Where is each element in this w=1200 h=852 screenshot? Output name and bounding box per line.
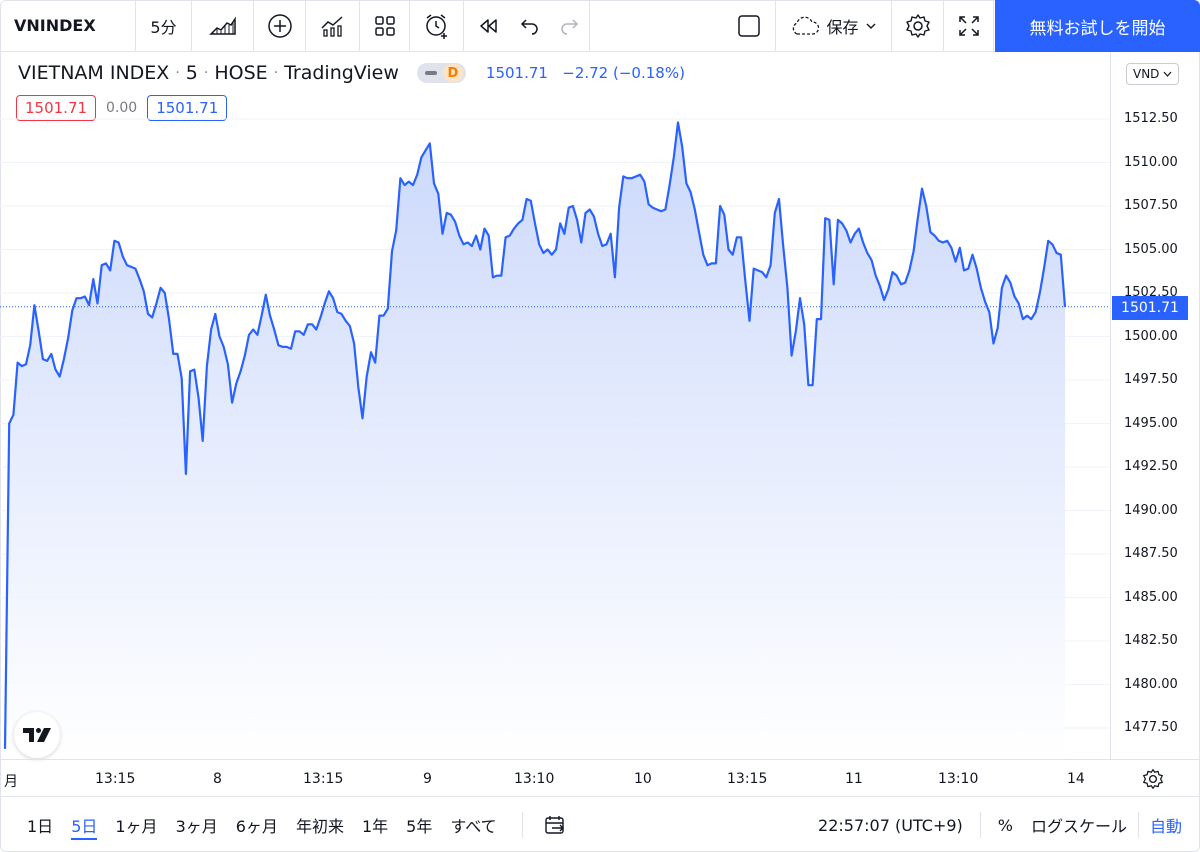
rewind-icon xyxy=(480,18,497,33)
time-tick-label: 13:10 xyxy=(514,771,555,787)
range-button[interactable]: 1ヶ月 xyxy=(106,798,166,852)
divider xyxy=(1137,812,1139,838)
date-range-group: 1日 5日 1ヶ月 3ヶ月 6ヶ月 年初来 1年 5年 すべて xyxy=(18,798,506,852)
price-tick-label: 1477.50 xyxy=(1124,720,1178,735)
time-tick-label: 月 xyxy=(4,774,18,790)
currency-label: VND xyxy=(1133,67,1160,81)
time-tick-label: 13:15 xyxy=(727,771,768,787)
redo-icon xyxy=(560,18,578,35)
range-button[interactable]: 5日 xyxy=(62,798,106,852)
time-tick-label: 8 xyxy=(213,771,222,787)
chevron-down-icon xyxy=(1163,71,1172,77)
range-button[interactable]: 6ヶ月 xyxy=(227,798,287,852)
start-trial-button[interactable]: 無料お試しを開始 xyxy=(995,0,1200,52)
redo-button[interactable] xyxy=(548,0,590,52)
range-button[interactable]: 5年 xyxy=(397,798,441,852)
expand-icon xyxy=(958,15,979,36)
range-button[interactable]: すべて xyxy=(441,798,505,852)
price-axis-border xyxy=(1110,52,1111,759)
layout-grid-icon xyxy=(374,15,395,36)
gear-icon xyxy=(905,13,930,38)
price-tick-label: 1500.00 xyxy=(1124,328,1178,344)
price-tick-label: 1507.50 xyxy=(1124,198,1178,213)
replay-button[interactable] xyxy=(464,0,512,52)
price-tick-label: 1487.50 xyxy=(1124,546,1178,561)
last-price-label: 1501.71 xyxy=(1112,296,1188,320)
time-tick-label: 14 xyxy=(1067,771,1085,787)
fullscreen-layout-button[interactable] xyxy=(722,0,776,52)
interval-button[interactable]: 5分 xyxy=(136,0,192,52)
percent-scale-button[interactable]: % xyxy=(989,798,1022,852)
plus-circle-icon xyxy=(267,13,292,38)
chart-style-button[interactable] xyxy=(192,0,254,52)
area-chart-icon xyxy=(208,16,236,35)
price-chart[interactable] xyxy=(0,52,1110,759)
settings-button[interactable] xyxy=(892,0,944,52)
alarm-clock-icon xyxy=(425,13,447,39)
price-tick-label: 1480.00 xyxy=(1124,676,1178,692)
time-tick-label: 13:10 xyxy=(938,771,979,787)
tradingview-logo-icon xyxy=(23,728,51,742)
fullscreen-button[interactable] xyxy=(944,0,994,52)
save-label: 保存 xyxy=(826,17,859,37)
cloud-icon xyxy=(793,16,820,35)
time-tick-label: 11 xyxy=(845,771,863,787)
time-tick-label: 13:15 xyxy=(95,771,136,787)
indicators-icon xyxy=(320,15,342,37)
divider xyxy=(521,812,523,838)
auto-scale-button[interactable]: 自動 xyxy=(1141,798,1200,852)
price-tick-label: 1490.00 xyxy=(1124,502,1178,518)
timezone-button[interactable]: 22:57:07 (UTC+9) xyxy=(809,798,972,852)
price-tick-label: 1485.00 xyxy=(1124,589,1178,605)
range-button[interactable]: 3ヶ月 xyxy=(167,798,227,852)
price-tick-label: 1510.00 xyxy=(1124,154,1178,170)
price-tick-label: 1482.50 xyxy=(1124,633,1178,648)
gear-icon xyxy=(1143,769,1163,789)
range-button[interactable]: 1年 xyxy=(353,798,397,852)
chevron-down-icon xyxy=(866,23,875,29)
time-tick-label: 9 xyxy=(423,771,432,787)
goto-date-button[interactable] xyxy=(531,798,579,852)
square-icon xyxy=(737,14,760,37)
undo-icon xyxy=(520,18,538,35)
templates-button[interactable] xyxy=(360,0,410,52)
calendar-arrow-icon xyxy=(544,816,564,834)
alert-button[interactable] xyxy=(410,0,464,52)
tradingview-logo[interactable] xyxy=(14,712,60,758)
time-axis[interactable]: 月 13:15 8 13:15 9 13:10 10 13:15 11 13:10 14 xyxy=(0,759,1200,797)
price-tick-label: 1512.50 xyxy=(1124,111,1178,126)
price-tick-label: 1505.00 xyxy=(1124,241,1178,257)
price-tick-label: 1492.50 xyxy=(1124,459,1178,474)
bottom-toolbar: 1日 5日 1ヶ月 3ヶ月 6ヶ月 年初来 1年 5年 すべて 22:57:07 (UTC+9)… xyxy=(0,798,1200,852)
price-tick-label: 1497.50 xyxy=(1124,372,1178,387)
range-button[interactable]: 1日 xyxy=(18,798,62,852)
time-tick-label: 10 xyxy=(634,771,652,787)
symbol-search-button[interactable]: VNINDEX xyxy=(0,0,136,52)
range-button[interactable]: 年初来 xyxy=(287,798,353,852)
axis-settings-button[interactable] xyxy=(1142,768,1164,794)
time-tick-label: 13:15 xyxy=(303,771,344,787)
compare-symbol-button[interactable] xyxy=(254,0,306,52)
undo-button[interactable] xyxy=(512,0,548,52)
indicators-button[interactable] xyxy=(306,0,360,52)
price-tick-label: 1495.00 xyxy=(1124,415,1178,431)
currency-selector[interactable]: VND xyxy=(1126,63,1180,85)
divider xyxy=(979,812,981,838)
save-button[interactable]: 保存 xyxy=(776,0,892,52)
log-scale-button[interactable]: ログスケール xyxy=(1022,798,1136,852)
